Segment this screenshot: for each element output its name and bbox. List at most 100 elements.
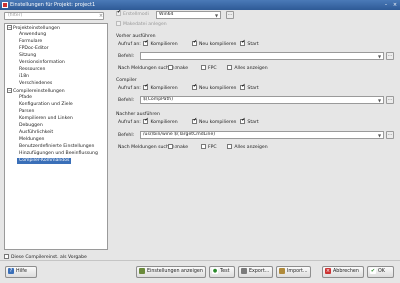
show-all-label: Alles anzeigen bbox=[234, 145, 268, 150]
chevron-down-icon[interactable]: ▼ bbox=[377, 133, 382, 138]
cancel-button[interactable]: × Abbrechen bbox=[322, 266, 364, 278]
command-value: /usr/bin/wine $(TargetCmdLine) bbox=[143, 132, 216, 137]
tree-item[interactable]: Meldungen bbox=[19, 137, 44, 143]
build-label: Neu kompilieren bbox=[198, 86, 237, 91]
fpc-label: FPC bbox=[207, 66, 217, 71]
command-input[interactable]: $(CompPath) ▼ bbox=[140, 96, 384, 104]
makedeps-label: Makedatei anlegen bbox=[123, 22, 167, 27]
call-on-label: Aufruf an: bbox=[118, 86, 141, 91]
button-bar: ? Hilfe Einstellungen anzeigen ● Test Expo… bbox=[0, 262, 400, 283]
chevron-down-icon[interactable]: ▼ bbox=[377, 98, 382, 103]
filter-input[interactable]: (filter) bbox=[4, 12, 104, 20]
buildmode-ellipsis-button[interactable]: ... bbox=[226, 11, 234, 19]
checkbox-box[interactable] bbox=[4, 254, 9, 259]
chevron-down-icon[interactable]: ▼ bbox=[214, 13, 219, 18]
tree-group-compiler[interactable]: − Compilereinstellungen bbox=[7, 88, 65, 94]
show-all-checkbox[interactable] bbox=[227, 144, 233, 149]
run-label: Start bbox=[247, 42, 259, 47]
help-button[interactable]: ? Hilfe bbox=[5, 266, 37, 278]
chevron-down-icon[interactable]: ▼ bbox=[377, 54, 382, 59]
compile-checkbox[interactable] bbox=[143, 41, 149, 46]
tree-item-selected[interactable]: Compiler-Kommandos bbox=[17, 158, 72, 164]
options-tree-panel: (filter) × − Projekteinstellungen Anwendu… bbox=[4, 12, 108, 250]
command-label: Befehl: bbox=[118, 54, 135, 59]
build-label: Neu kompilieren bbox=[198, 120, 237, 125]
tree-item[interactable]: Anwendung bbox=[19, 32, 46, 38]
collapse-icon[interactable]: − bbox=[7, 25, 12, 30]
call-on-label: Aufruf an: bbox=[118, 42, 141, 47]
export-button[interactable]: Export... bbox=[238, 266, 273, 278]
tree-group-label: Projekteinstellungen bbox=[13, 26, 60, 31]
run-checkbox[interactable] bbox=[240, 41, 246, 46]
open-folder-icon bbox=[279, 267, 285, 274]
compile-checkbox[interactable] bbox=[143, 119, 149, 124]
tree-item[interactable]: Ausführlichkeit bbox=[19, 130, 53, 136]
compile-checkbox[interactable] bbox=[143, 85, 149, 90]
tree-item[interactable]: Benutzerdefinierte Einstellungen bbox=[19, 144, 94, 150]
tree-item[interactable]: Hinzufügungen und Beeinflussung bbox=[19, 151, 98, 157]
check-icon: ✔ bbox=[370, 267, 376, 274]
minimize-icon[interactable]: – bbox=[383, 2, 389, 8]
call-on-row: Aufruf an: Kompilieren Neu kompilieren S… bbox=[118, 119, 259, 126]
tree-item[interactable]: i18n bbox=[19, 74, 29, 80]
ok-button[interactable]: ✔ OK bbox=[367, 266, 394, 278]
bottom-divider bbox=[0, 260, 400, 261]
help-icon: ? bbox=[8, 267, 14, 274]
make-checkbox[interactable] bbox=[168, 144, 174, 149]
buildmode-select[interactable]: Win64 ▼ bbox=[156, 11, 221, 19]
tree-group-label: Compilereinstellungen bbox=[13, 89, 65, 94]
command-ellipsis-button[interactable]: ... bbox=[386, 131, 394, 139]
command-label: Befehl: bbox=[118, 133, 135, 138]
command-input[interactable]: ▼ bbox=[140, 52, 384, 60]
tree-item[interactable]: Ressourcen bbox=[19, 67, 45, 73]
make-label: make bbox=[175, 66, 189, 71]
tree-item[interactable]: Sitzung bbox=[19, 53, 36, 59]
tree-item[interactable]: Pfade bbox=[19, 95, 32, 101]
run-label: Start bbox=[247, 120, 259, 125]
tree-item[interactable]: Konfiguration und Ziele bbox=[19, 102, 73, 108]
buildmode-checkbox[interactable] bbox=[116, 11, 121, 16]
tree-item[interactable]: Debuggen bbox=[19, 123, 43, 129]
import-button[interactable]: Import... bbox=[276, 266, 311, 278]
tree-item[interactable]: Kompilieren und Linken bbox=[19, 116, 73, 122]
makedeps-checkbox[interactable] bbox=[116, 21, 121, 26]
ok-label: OK bbox=[378, 269, 385, 274]
cancel-label: Abbrechen bbox=[333, 269, 359, 274]
fpc-checkbox[interactable] bbox=[200, 144, 206, 149]
compile-label: Kompilieren bbox=[150, 120, 178, 125]
tree-item[interactable]: Verschiedenes bbox=[19, 81, 52, 87]
run-checkbox[interactable] bbox=[240, 119, 246, 124]
build-checkbox[interactable] bbox=[191, 85, 197, 90]
tree-item[interactable]: Formulare bbox=[19, 39, 42, 45]
run-checkbox[interactable] bbox=[240, 85, 246, 90]
clear-filter-icon[interactable]: × bbox=[98, 13, 104, 19]
call-on-row: Aufruf an: Kompilieren Neu kompilieren S… bbox=[118, 85, 259, 92]
buildmode-value: Win64 bbox=[159, 12, 174, 17]
tree-group-project[interactable]: − Projekteinstellungen bbox=[7, 25, 60, 31]
section-title: Nachher ausführen bbox=[116, 112, 160, 117]
compiler-commands-panel: Erstellmodi Win64 ▼ ... Makedatei anlege… bbox=[114, 11, 396, 256]
show-options-button[interactable]: Einstellungen anzeigen bbox=[136, 266, 206, 278]
close-icon[interactable]: × bbox=[392, 2, 398, 8]
make-checkbox[interactable] bbox=[168, 65, 174, 70]
test-icon: ● bbox=[212, 267, 218, 274]
show-all-checkbox[interactable] bbox=[227, 65, 233, 70]
buildmode-label: Erstellmodi bbox=[123, 12, 149, 17]
collapse-icon[interactable]: − bbox=[7, 88, 12, 93]
scan-label: Nach Meldungen suchen: bbox=[118, 145, 177, 150]
fpc-checkbox[interactable] bbox=[200, 65, 206, 70]
tree-item[interactable]: Parsen bbox=[19, 109, 34, 115]
show-options-label: Einstellungen anzeigen bbox=[147, 269, 203, 274]
command-ellipsis-button[interactable]: ... bbox=[386, 96, 394, 104]
app-icon bbox=[2, 2, 8, 8]
save-icon bbox=[241, 267, 247, 274]
window-title: Einstellungen für Projekt: project1 bbox=[10, 2, 96, 8]
section-title: Vorher ausführen bbox=[116, 34, 156, 39]
command-ellipsis-button[interactable]: ... bbox=[386, 52, 394, 60]
tree-item[interactable]: FPDoc-Editor bbox=[19, 46, 49, 52]
build-checkbox[interactable] bbox=[191, 41, 197, 46]
test-button[interactable]: ● Test bbox=[209, 266, 235, 278]
tree-item[interactable]: Versionsinformation bbox=[19, 60, 65, 66]
command-input[interactable]: /usr/bin/wine $(TargetCmdLine) ▼ bbox=[140, 131, 384, 139]
build-checkbox[interactable] bbox=[191, 119, 197, 124]
